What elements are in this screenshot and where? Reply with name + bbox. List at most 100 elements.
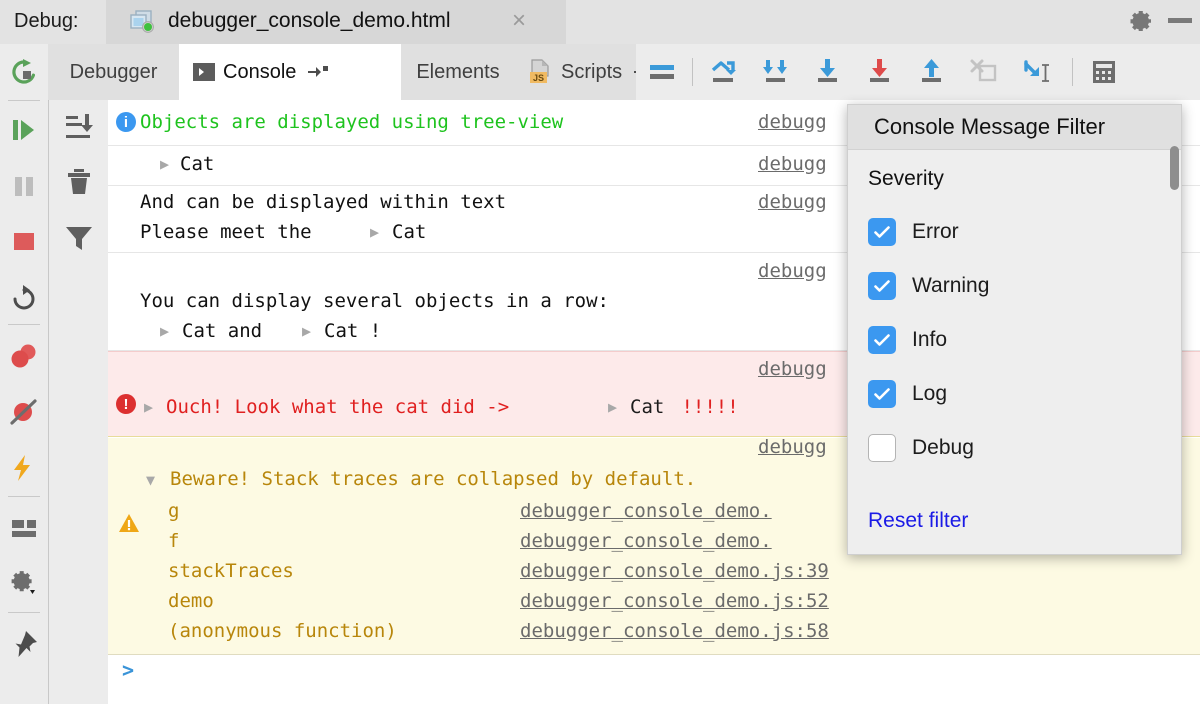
info-icon: i: [116, 112, 136, 132]
view-breakpoints-button[interactable]: [8, 340, 40, 372]
console-entry-text-line2-prefix: Please meet the: [140, 221, 323, 243]
close-icon[interactable]: ×: [512, 8, 526, 34]
svg-text:JS: JS: [533, 73, 544, 83]
console-entry-multi-obj2: Cat !: [324, 320, 381, 342]
step-out-button[interactable]: [916, 56, 948, 88]
console-prompt-icon: >: [122, 658, 134, 682]
tab-debugger-label: Debugger: [70, 61, 158, 84]
console-entry-text-object: Cat: [392, 221, 426, 243]
pin-tab-button[interactable]: [8, 628, 40, 660]
tab-elements[interactable]: Elements: [401, 44, 515, 100]
filter-option-warning[interactable]: Warning: [868, 269, 989, 303]
layout-settings-button[interactable]: [8, 512, 40, 544]
step-into-button[interactable]: [760, 56, 792, 88]
console-entry-info-text: Objects are displayed using tree-view: [140, 111, 563, 133]
tab-debugger[interactable]: Debugger: [48, 44, 179, 100]
console-entry-error-text: Ouch! Look what the cat did ->: [166, 396, 521, 418]
stack-frame-link[interactable]: debugger_console_demo.js:52: [520, 590, 829, 612]
console-entry-multi-link[interactable]: debugg: [758, 260, 827, 282]
checkbox-warning[interactable]: [868, 272, 896, 300]
filter-option-error-label: Error: [912, 220, 959, 244]
debug-left-toolbar: [0, 44, 49, 704]
console-entry-error-link[interactable]: debugg: [758, 358, 827, 380]
resume-button[interactable]: [8, 114, 40, 146]
stack-frame-link[interactable]: debugger_console_demo.js:39: [520, 560, 829, 582]
pin-arrow-icon[interactable]: [308, 64, 328, 80]
console-entry-multi-obj1: Cat and: [182, 320, 262, 342]
console-icon: [193, 61, 215, 83]
title-bar: Debug: debugger_console_demo.html ×: [0, 0, 1200, 44]
checkbox-info[interactable]: [868, 326, 896, 354]
tree-expand-icon[interactable]: ▶: [608, 397, 617, 419]
checkbox-debug[interactable]: [868, 434, 896, 462]
stack-frame-name: stackTraces: [168, 560, 294, 582]
force-step-into-button[interactable]: [812, 56, 844, 88]
debug-session-tab-label: debugger_console_demo.html: [168, 9, 451, 33]
tree-collapse-icon[interactable]: ▼: [146, 470, 155, 492]
console-entry-warning-text: Beware! Stack traces are collapsed by de…: [170, 468, 696, 490]
tree-expand-icon[interactable]: ▶: [302, 321, 311, 343]
error-icon: !: [116, 394, 136, 414]
step-over-button[interactable]: [708, 56, 740, 88]
filter-option-warning-label: Warning: [912, 274, 989, 298]
console-entry-error-object: Cat: [630, 396, 664, 418]
filter-option-error[interactable]: Error: [868, 215, 959, 249]
filter-option-debug[interactable]: Debug: [868, 431, 974, 465]
tree-expand-icon[interactable]: ▶: [160, 321, 169, 343]
stack-frame-link[interactable]: debugger_console_demo.: [520, 530, 772, 552]
checkbox-error[interactable]: [868, 218, 896, 246]
filter-option-info-label: Info: [912, 328, 947, 352]
console-entry-warning-link[interactable]: debugg: [758, 436, 827, 458]
gear-icon[interactable]: [1128, 8, 1154, 34]
stack-frame-name: f: [168, 530, 179, 552]
console-entry-error-suffix: !!!!!: [670, 396, 739, 418]
console-entry-info-link[interactable]: debugg: [758, 111, 827, 133]
js-file-icon: JS: [529, 59, 553, 85]
tab-scripts-label: Scripts: [561, 61, 622, 84]
severity-section-label: Severity: [868, 167, 944, 191]
filter-option-debug-label: Debug: [912, 436, 974, 460]
stack-frame-link[interactable]: debugger_console_demo.: [520, 500, 772, 522]
console-entry-object-text: Cat: [180, 153, 214, 175]
evaluate-expression-button[interactable]: [8, 452, 40, 484]
evaluate-expression-button[interactable]: [1088, 56, 1120, 88]
popup-scrollbar[interactable]: [1170, 146, 1179, 190]
tree-expand-icon[interactable]: ▶: [370, 222, 379, 244]
tree-expand-icon[interactable]: ▶: [144, 397, 153, 419]
settings-button[interactable]: [8, 568, 40, 600]
hide-icon[interactable]: [1168, 18, 1192, 23]
show-execution-point-button[interactable]: [646, 56, 678, 88]
tab-console[interactable]: Console: [179, 44, 401, 100]
rerun-button[interactable]: [8, 56, 40, 88]
clear-console-button[interactable]: [63, 166, 95, 198]
stack-frame-name: (anonymous function): [168, 620, 397, 642]
console-side-toolbar: [49, 100, 109, 704]
filter-option-info[interactable]: Info: [868, 323, 947, 357]
console-prompt-row[interactable]: [108, 655, 1200, 704]
drop-frame-button[interactable]: [968, 56, 1000, 88]
step-out-of-button[interactable]: [864, 56, 896, 88]
tab-console-label: Console: [223, 61, 296, 84]
tree-expand-icon[interactable]: ▶: [160, 154, 169, 176]
filter-option-log[interactable]: Log: [868, 377, 947, 411]
scroll-to-end-button[interactable]: [63, 110, 95, 142]
filter-option-log-label: Log: [912, 382, 947, 406]
debug-session-tab[interactable]: debugger_console_demo.html ×: [106, 0, 566, 44]
html-file-icon: [130, 10, 156, 34]
stack-frame-link[interactable]: debugger_console_demo.js:58: [520, 620, 829, 642]
console-entry-object-link[interactable]: debugg: [758, 153, 827, 175]
pause-button[interactable]: [8, 170, 40, 202]
reset-filter-link[interactable]: Reset filter: [868, 509, 968, 533]
checkbox-log[interactable]: [868, 380, 896, 408]
mute-breakpoints-button[interactable]: [8, 396, 40, 428]
console-message-filter-popup: Console Message Filter Severity Error Wa…: [847, 104, 1182, 555]
run-to-cursor-button[interactable]: [1020, 56, 1052, 88]
stop-button[interactable]: [8, 226, 40, 258]
filter-button[interactable]: [63, 222, 95, 254]
stack-frame-name: g: [168, 500, 179, 522]
debug-stepping-toolbar: [636, 44, 1200, 100]
console-entry-text-link[interactable]: debugg: [758, 191, 827, 213]
tab-elements-label: Elements: [416, 61, 499, 84]
stack-frame-name: demo: [168, 590, 214, 612]
restart-button[interactable]: [8, 282, 40, 314]
